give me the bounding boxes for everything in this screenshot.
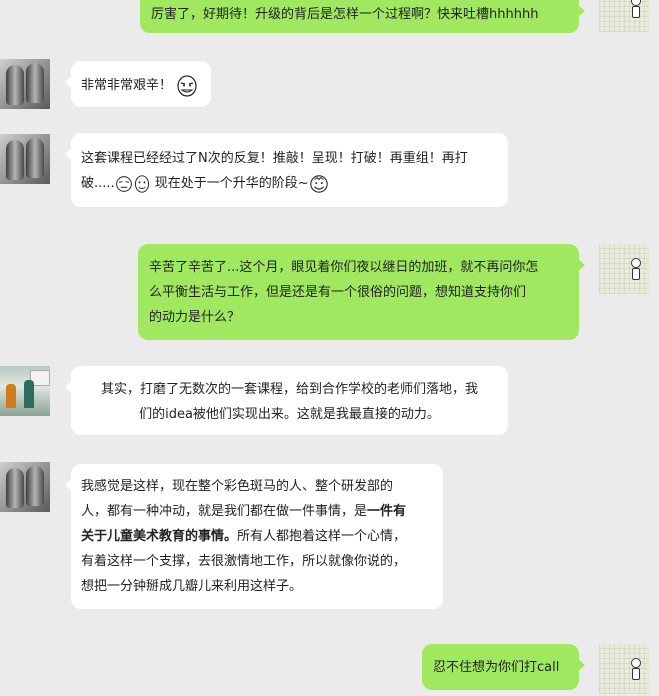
message-bubble: 忍不住想为你们打call <box>422 644 585 690</box>
message-bubble: 其实，打磨了无数次的一套课程，给到合作学校的老师们落地，我 们的idea被他们实… <box>65 366 508 435</box>
rage-face-icon <box>309 174 328 193</box>
message-bubble: 我感觉是这样，现在整个彩色斑马的人、整个研发部的 人，都有一种冲动，就是我们都在… <box>65 464 443 609</box>
kid-sketch-avatar[interactable] <box>599 644 649 694</box>
kid-sketch-avatar[interactable] <box>599 0 649 32</box>
message-text: 忍不住想为你们打call <box>433 660 560 675</box>
message-text-line: 想把一分钟掰成几瓣儿来利用这样子。 <box>81 579 303 594</box>
message-bubble: 辛苦了辛苦了...这个月，眼见着你们夜以继日的加班，就不再问你怎 么平衡生活与工… <box>138 244 585 340</box>
message-text-line: 我感觉是这样，现在整个彩色斑马的人、整个研发部的 <box>81 479 394 494</box>
gray-figures-avatar[interactable] <box>0 462 50 512</box>
message-text-line: 所有人都抱着这样一个心情， <box>237 529 407 544</box>
rage-face-icon <box>134 174 149 193</box>
gray-figures-avatar[interactable] <box>0 59 50 109</box>
rage-face-icon <box>177 74 197 97</box>
message-text: 辛苦了辛苦了...这个月，眼见着你们夜以继日的加班，就不再问你怎 么平衡生活与工… <box>149 260 539 325</box>
gray-figures-avatar[interactable] <box>0 134 50 184</box>
message-text-line: 人，都有一种冲动，就是我们都在做一件事情，是 <box>81 504 368 519</box>
message-bubble: 非常非常艰辛！ <box>65 61 211 107</box>
message-text-line: 现在处于一个升华的阶段~ <box>150 176 309 191</box>
rage-face-icon <box>115 175 132 192</box>
message-text: 非常非常艰辛！ <box>81 78 173 93</box>
message-text-line: 破..... <box>81 176 115 191</box>
message-text-line: 有着这样一个支撑，去很激情地工作，所以就像你说的， <box>81 554 407 569</box>
emphasis-text: 一件有 <box>367 504 407 519</box>
message-text-line: 这套课程已经经过了N次的反复！推敲！呈现！打破！再重组！再打 <box>81 151 468 166</box>
kid-sketch-avatar[interactable] <box>599 244 649 294</box>
message-text: 其实，打磨了无数次的一套课程，给到合作学校的老师们落地，我 们的idea被他们实… <box>100 382 478 422</box>
classroom-photo-avatar[interactable] <box>0 366 50 416</box>
message-text: 厉害了，好期待！升级的背后是怎样一个过程啊？快来吐槽hhhhhh <box>151 7 539 22</box>
emphasis-text: 关于儿童美术教育的事情。 <box>81 529 238 544</box>
message-bubble: 厉害了，好期待！升级的背后是怎样一个过程啊？快来吐槽hhhhhh <box>140 0 585 33</box>
message-bubble: 这套课程已经经过了N次的反复！推敲！呈现！打破！再重组！再打 破..... 现在… <box>65 133 508 207</box>
